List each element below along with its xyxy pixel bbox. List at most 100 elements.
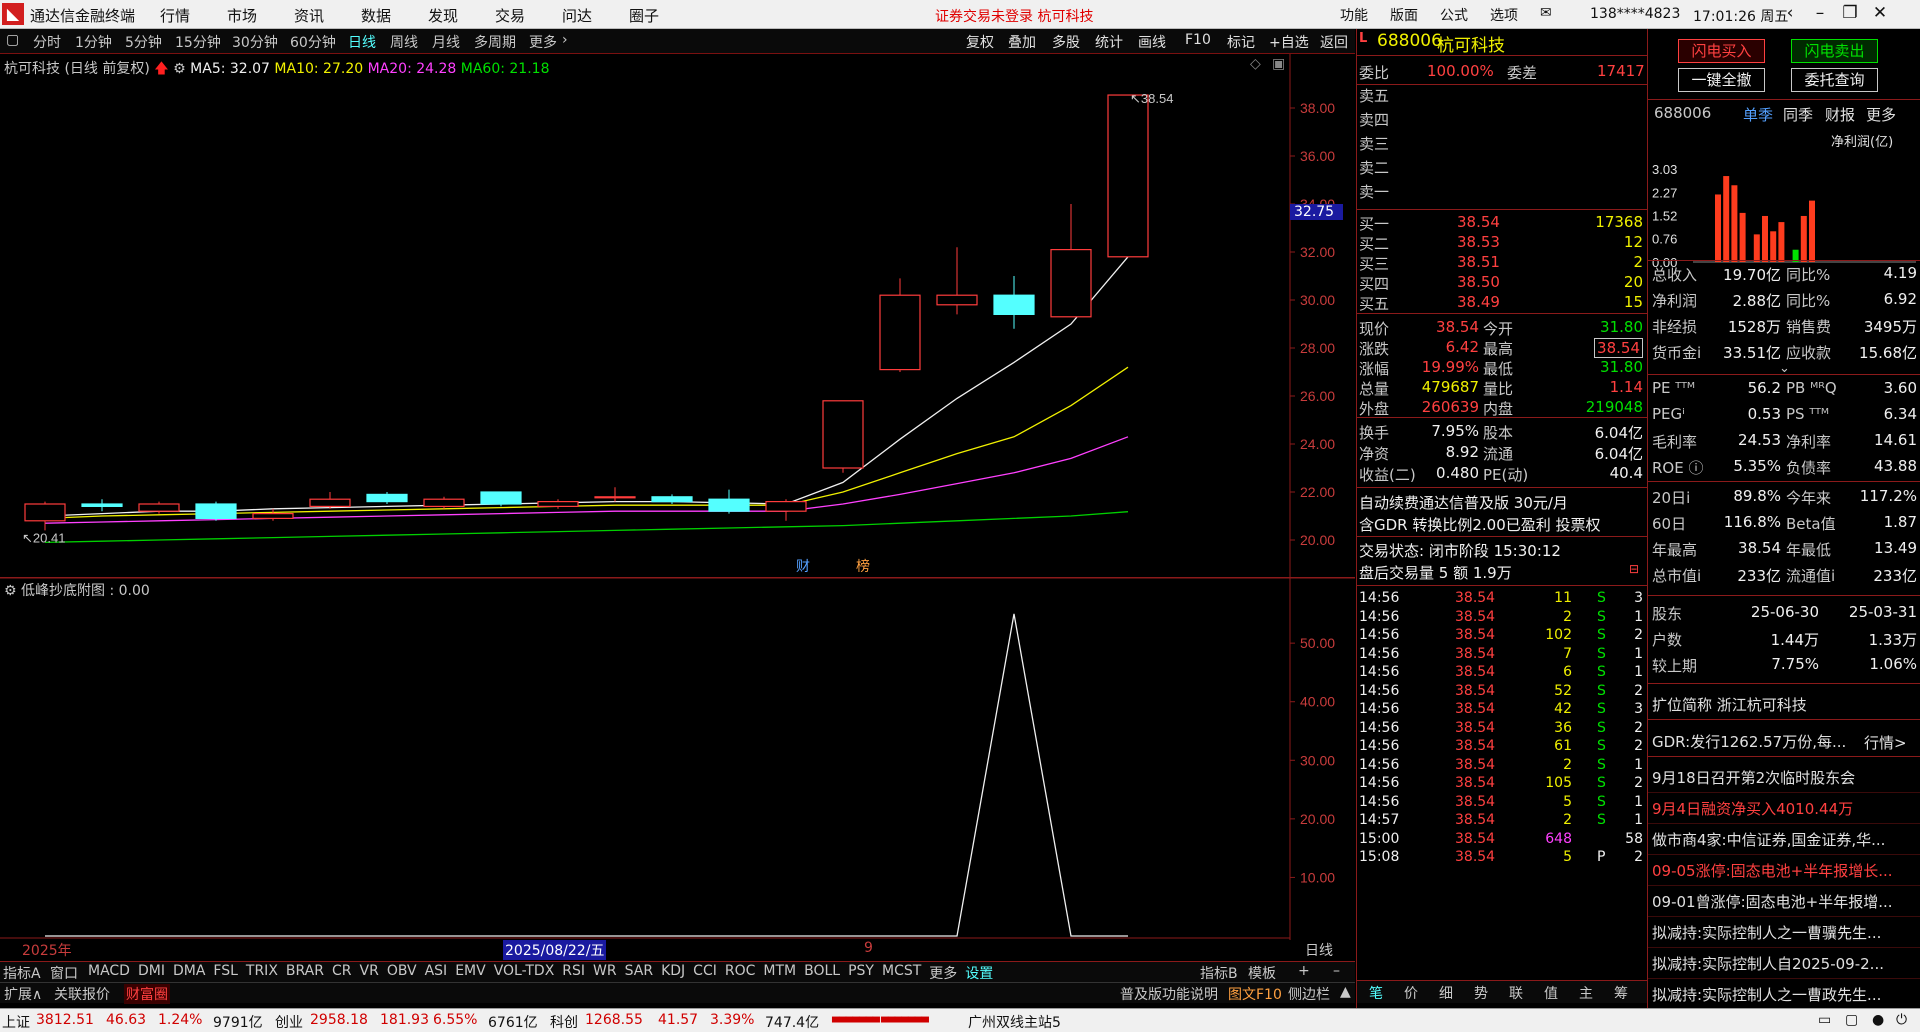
menu-item-shuju[interactable]: 数据 bbox=[361, 5, 428, 26]
f10-button[interactable]: F10 bbox=[1185, 32, 1211, 48]
quote-tab[interactable]: 价 bbox=[1404, 983, 1418, 1003]
period-multi[interactable]: 多周期 bbox=[474, 32, 516, 52]
news-text[interactable]: 09-05涨停:固态电池+半年报增长... bbox=[1652, 860, 1893, 881]
menu-item-quanzi[interactable]: 圈子 bbox=[629, 5, 696, 26]
multi-stock-button[interactable]: 多股 bbox=[1052, 32, 1080, 52]
power-icon[interactable]: ⏻ bbox=[1896, 1012, 1907, 1028]
quote-tab[interactable]: 值 bbox=[1544, 983, 1558, 1003]
expand-button[interactable]: 扩展∧ bbox=[4, 984, 42, 1004]
buy-row[interactable]: 买二 38.53 12 bbox=[1357, 233, 1647, 255]
mark-button[interactable]: 标记 bbox=[1227, 32, 1255, 52]
period-weekly[interactable]: 周线 bbox=[390, 32, 418, 52]
flash-sell-button[interactable]: 闪电卖出 bbox=[1791, 39, 1878, 63]
stock-code[interactable]: 688006 bbox=[1377, 31, 1442, 51]
news-item[interactable]: 9月18日召开第2次临时股东会 bbox=[1648, 764, 1920, 793]
period-1min[interactable]: 1分钟 bbox=[75, 32, 112, 52]
cy-label[interactable]: 创业 bbox=[275, 1012, 303, 1032]
menu-item-hangqing[interactable]: 行情 bbox=[160, 5, 227, 26]
template-tab[interactable]: 模板 bbox=[1248, 963, 1276, 983]
stats-button[interactable]: 统计 bbox=[1095, 32, 1123, 52]
menu-item-zixun[interactable]: 资讯 bbox=[294, 5, 361, 26]
indicator-tab[interactable]: PSY bbox=[848, 963, 874, 983]
sell-row[interactable]: 卖一 bbox=[1357, 181, 1647, 203]
period-30min[interactable]: 30分钟 bbox=[232, 32, 278, 52]
indicator-tab[interactable]: 设置 bbox=[965, 963, 993, 983]
sell-row[interactable]: 卖五 bbox=[1357, 85, 1647, 107]
menu-item-gongneng[interactable]: 功能 bbox=[1340, 5, 1368, 25]
market-breadth-icon[interactable]: ▄▄▄▄▄▄▄ ▄▄▄▄▄▄▄ bbox=[832, 1012, 929, 1023]
overlay-button[interactable]: 叠加 bbox=[1008, 32, 1036, 52]
news-text[interactable]: 9月4日融资净买入4010.44万 bbox=[1652, 798, 1853, 819]
wealth-circle-tab[interactable]: 财富圈 bbox=[124, 984, 170, 1004]
account-id[interactable]: 138****4823 bbox=[1590, 6, 1680, 22]
indicator-tab[interactable]: OBV bbox=[387, 963, 417, 983]
chevron-right-icon[interactable]: › bbox=[562, 32, 568, 48]
kline-chart[interactable]: 杭可科技 (日线 前复权) 🡅 ⚙ MA5: 32.07 MA10: 27.20… bbox=[0, 54, 1355, 578]
indicator-tab[interactable]: CCI bbox=[693, 963, 717, 983]
news-item[interactable]: 09-01曾涨停:固态电池+半年报增... bbox=[1648, 888, 1920, 917]
marker-bang[interactable]: 榜 bbox=[856, 556, 870, 576]
gdr-quote-link[interactable]: 行情> bbox=[1864, 732, 1907, 753]
plus-icon[interactable]: + bbox=[1298, 963, 1310, 979]
indicator-tab[interactable]: WR bbox=[593, 963, 617, 983]
promo-row-1[interactable]: 自动续费通达信普及版 30元/月 bbox=[1357, 492, 1647, 514]
panel-toggle-icon[interactable]: ▢ bbox=[6, 32, 19, 48]
trade-toggle-icon[interactable]: ⊟ bbox=[1629, 562, 1639, 576]
buy-row[interactable]: 买一 38.54 17368 bbox=[1357, 213, 1647, 235]
indicator-tab[interactable]: ROC bbox=[725, 963, 756, 983]
menu-item-banmian[interactable]: 版面 bbox=[1390, 5, 1418, 25]
add-watchlist-button[interactable]: +自选 bbox=[1269, 32, 1309, 52]
cancel-all-button[interactable]: 一键全撤 bbox=[1678, 68, 1765, 92]
quote-tab[interactable]: 联 bbox=[1509, 983, 1523, 1003]
gdr-info[interactable]: GDR:发行1262.57万份,每... bbox=[1652, 731, 1846, 752]
indicator-tab[interactable]: RSI bbox=[562, 963, 585, 983]
news-item[interactable]: 拟减持:实际控制人之一曹骥先生... bbox=[1648, 919, 1920, 948]
back-icon[interactable]: ‹ bbox=[1777, 3, 1803, 23]
quote-tab[interactable]: 主 bbox=[1579, 983, 1593, 1003]
period-60min[interactable]: 60分钟 bbox=[290, 32, 336, 52]
scroll-up-icon[interactable]: ▲ bbox=[1340, 984, 1351, 1000]
buy-row[interactable]: 买三 38.51 2 bbox=[1357, 253, 1647, 275]
menu-item-faxian[interactable]: 发现 bbox=[428, 5, 495, 26]
tab-tongji[interactable]: 同季 bbox=[1783, 104, 1813, 125]
marker-caibao[interactable]: 财 bbox=[796, 556, 810, 576]
indicator-tab[interactable]: EMV bbox=[455, 963, 486, 983]
menu-item-jiaoyi[interactable]: 交易 bbox=[495, 5, 562, 26]
indicator-tab[interactable]: TRIX bbox=[246, 963, 278, 983]
news-item[interactable]: 做市商4家:中信证券,国金证券,华... bbox=[1648, 826, 1920, 855]
draw-line-button[interactable]: 画线 bbox=[1138, 32, 1166, 52]
news-item[interactable]: 拟减持:实际控制人之一曹政先生... bbox=[1648, 981, 1920, 1010]
tab-more[interactable]: 更多 bbox=[1866, 104, 1896, 125]
sell-row[interactable]: 卖三 bbox=[1357, 133, 1647, 155]
news-item[interactable]: 09-05涨停:固态电池+半年报增长... bbox=[1648, 857, 1920, 886]
period-15min[interactable]: 15分钟 bbox=[175, 32, 221, 52]
indicator-tab[interactable]: ASI bbox=[425, 963, 448, 983]
feature-intro-link[interactable]: 普及版功能说明 bbox=[1120, 984, 1218, 1004]
tab-caibao[interactable]: 财报 bbox=[1825, 104, 1855, 125]
menu-item-xuanxiang[interactable]: 选项 bbox=[1490, 5, 1518, 25]
restore-icon[interactable]: ❐ bbox=[1837, 3, 1863, 23]
minimize-icon[interactable]: – bbox=[1807, 3, 1833, 23]
news-text[interactable]: 拟减持:实际控制人之一曹骥先生... bbox=[1652, 922, 1881, 943]
quote-tab[interactable]: 笔 bbox=[1369, 983, 1383, 1003]
indicator-tab[interactable]: FSL bbox=[213, 963, 238, 983]
menu-item-gongshi[interactable]: 公式 bbox=[1440, 5, 1468, 25]
period-monthly[interactable]: 月线 bbox=[432, 32, 460, 52]
stock-name[interactable]: 杭可科技 bbox=[1437, 31, 1505, 56]
window-tab[interactable]: 窗口 bbox=[50, 963, 78, 983]
sell-row[interactable]: 卖四 bbox=[1357, 109, 1647, 131]
news-text[interactable]: 拟减持:实际控制人自2025-09-2... bbox=[1652, 953, 1884, 974]
indicator-a-tab[interactable]: 指标A bbox=[3, 963, 41, 983]
indicator-tab[interactable]: BOLL bbox=[804, 963, 840, 983]
user-icon[interactable]: ● bbox=[1872, 1012, 1884, 1028]
indicator-tab[interactable]: DMA bbox=[173, 963, 205, 983]
indicator-tab[interactable]: 更多 bbox=[929, 963, 957, 983]
server-name[interactable]: 广州双线主站5 bbox=[968, 1012, 1061, 1032]
close-icon[interactable]: ✕ bbox=[1867, 3, 1893, 23]
indicator-tab[interactable]: DMI bbox=[138, 963, 165, 983]
flash-buy-button[interactable]: 闪电买入 bbox=[1678, 39, 1765, 63]
quote-tab[interactable]: 势 bbox=[1474, 983, 1488, 1003]
chat-icon[interactable]: ▢ bbox=[1845, 1012, 1858, 1028]
indicator-tab[interactable]: MCST bbox=[882, 963, 921, 983]
buy-row[interactable]: 买四 38.50 20 bbox=[1357, 273, 1647, 295]
